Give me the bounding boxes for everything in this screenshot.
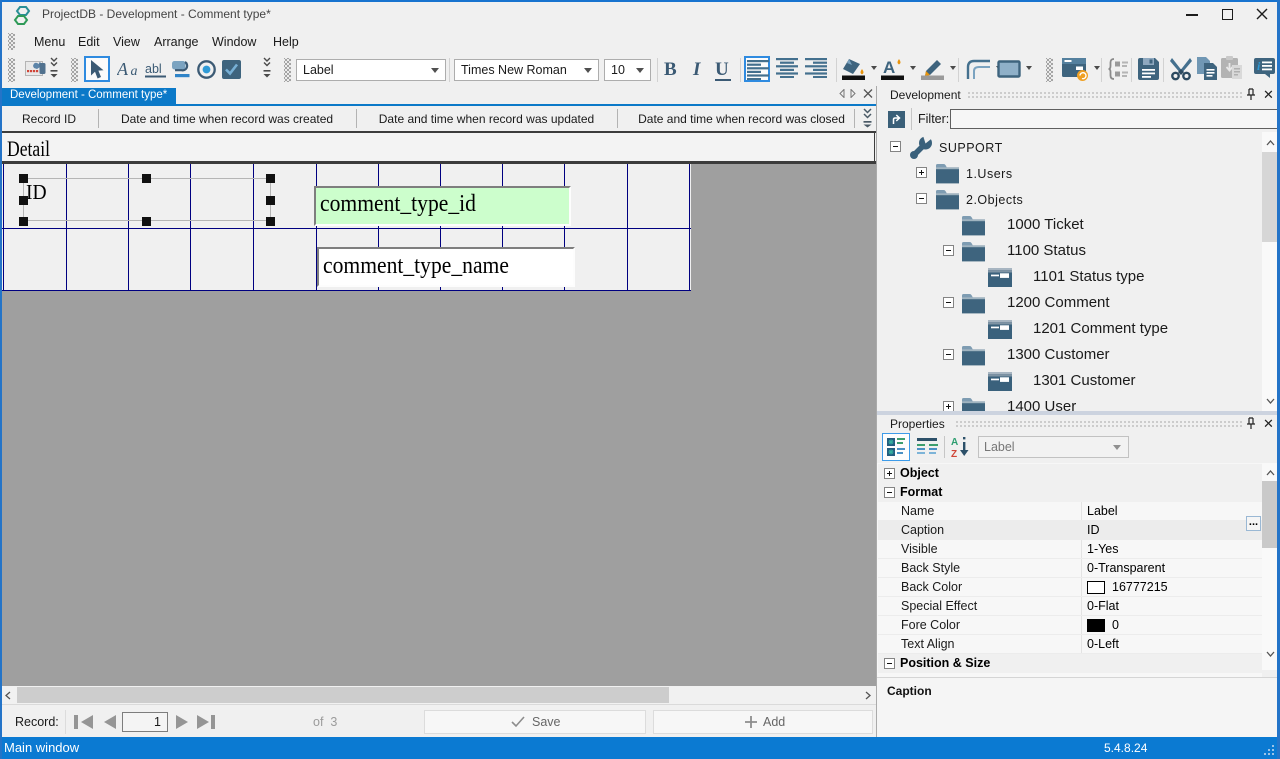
- svg-text:abl: abl: [145, 62, 162, 76]
- svg-text:a: a: [131, 64, 138, 79]
- svg-text:A: A: [951, 437, 958, 448]
- svg-text:A: A: [117, 59, 129, 79]
- svg-text:Z: Z: [951, 449, 957, 458]
- svg-text:A: A: [883, 58, 895, 77]
